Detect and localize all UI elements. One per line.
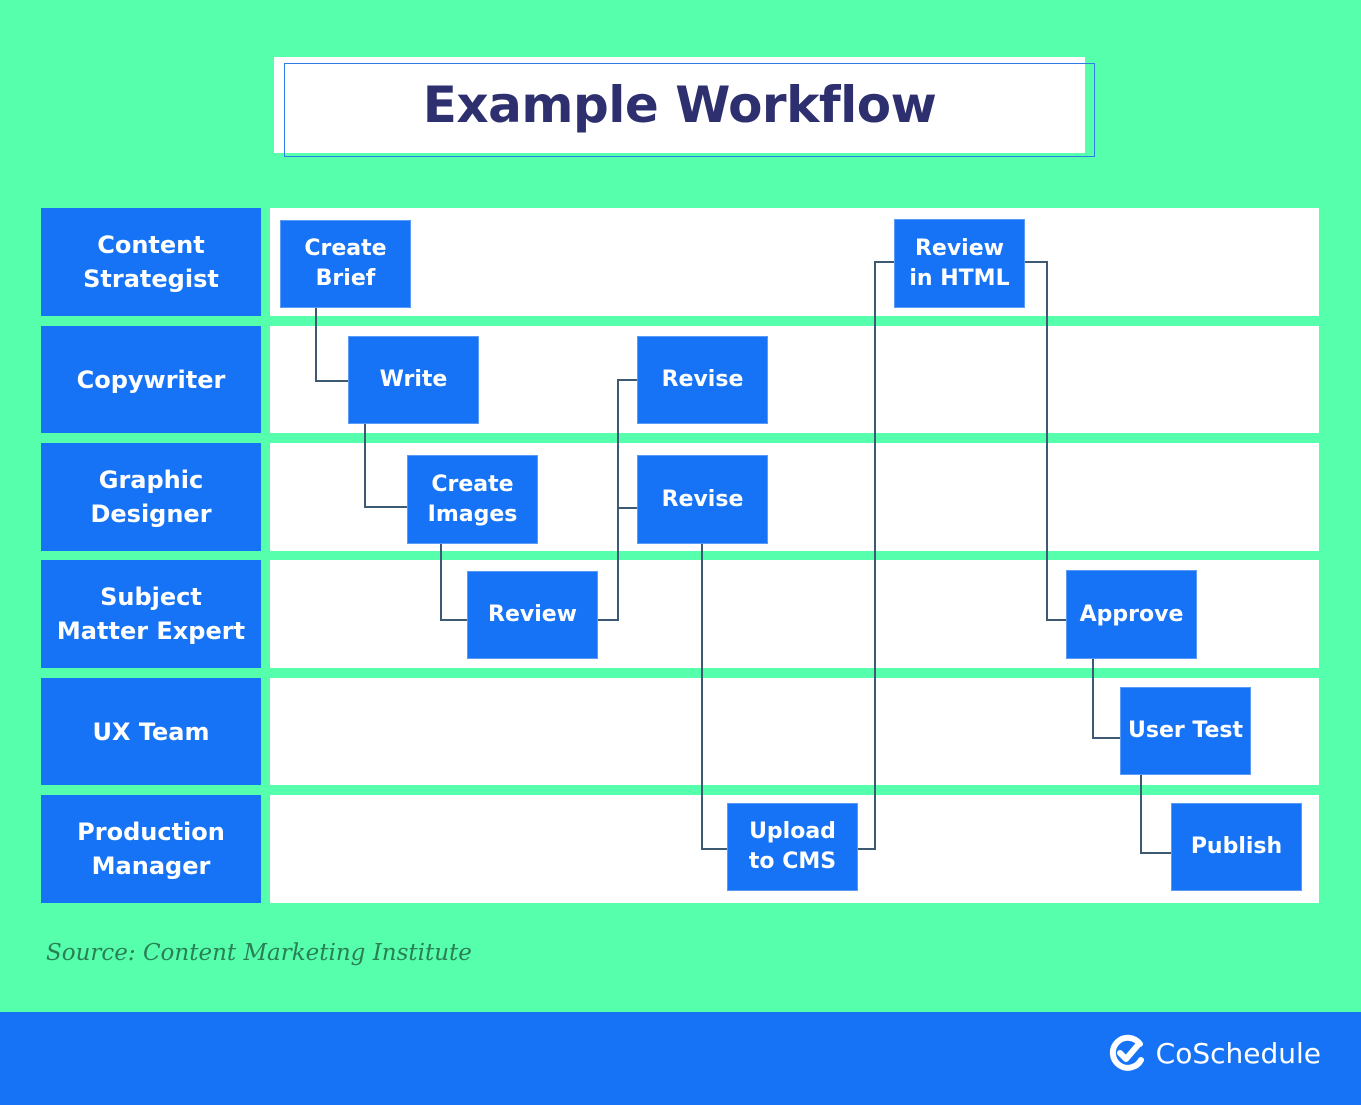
node-publish: Publish <box>1171 803 1302 891</box>
connector-approve-usertest <box>1092 658 1120 739</box>
footer-bar: CoSchedule <box>0 1012 1361 1105</box>
brand-logo: CoSchedule <box>1108 1034 1321 1072</box>
source-caption: Source: Content Marketing Institute <box>46 940 472 966</box>
node-create-images: Create Images <box>407 455 538 544</box>
connector-write-images <box>364 423 407 508</box>
node-upload-to-cms: Upload to CMS <box>727 803 858 891</box>
node-create-brief: Create Brief <box>280 220 411 308</box>
connector-usertest-publish <box>1140 775 1171 854</box>
connector-review-html-approve <box>1024 261 1066 621</box>
connector-revise-upload <box>701 543 727 850</box>
coschedule-check-icon <box>1109 1034 1144 1071</box>
node-write: Write <box>348 336 479 424</box>
node-revise-copy: Revise <box>637 336 768 424</box>
node-approve: Approve <box>1066 570 1197 659</box>
node-user-test: User Test <box>1120 687 1251 775</box>
connector-images-review <box>440 543 467 621</box>
node-review-in-html: Review in HTML <box>894 219 1025 308</box>
connector-brief-write <box>315 307 348 382</box>
connector-upload-review-html <box>857 261 894 850</box>
connector-review-revise <box>597 379 637 621</box>
brand-name: CoSchedule <box>1155 1036 1321 1070</box>
node-review: Review <box>467 571 598 659</box>
node-revise-design: Revise <box>637 455 768 544</box>
